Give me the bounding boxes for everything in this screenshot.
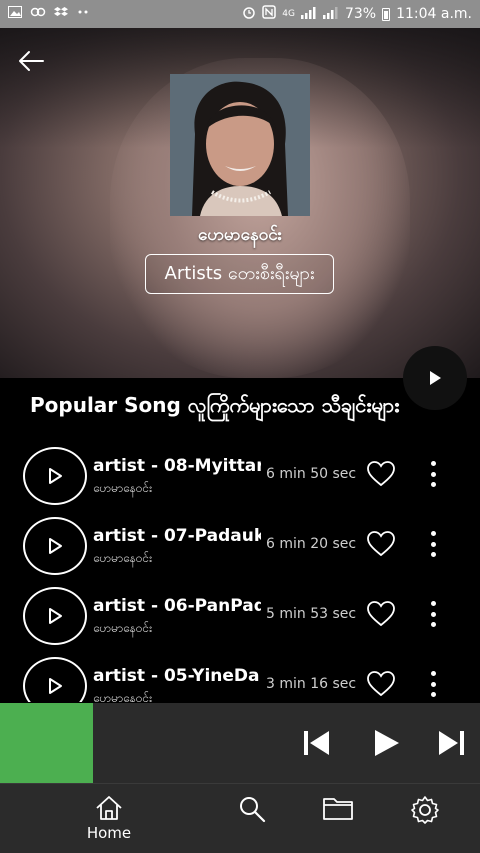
more-options-button[interactable] [424,458,442,490]
song-list[interactable]: artist - 08-Myittar... ဟေမာနေဝင်း 6 min … [0,440,480,702]
status-right-icons: 4G 73% 11:04 a.m. [242,5,472,23]
mini-player[interactable] [0,703,480,783]
folder-icon [323,798,353,820]
play-all-button[interactable] [403,346,467,410]
song-artist: ဟေမာနေဝင်း [93,621,153,635]
favorite-button[interactable] [366,530,396,558]
dot [430,681,436,687]
more-vert-icon [430,531,436,536]
now-playing-artwork[interactable] [0,703,93,783]
song-row[interactable]: artist - 07-Padauk... ဟေမာနေဝင်း 6 min 2… [0,512,480,582]
song-duration: 3 min 16 sec [266,676,357,692]
alarm-icon [242,5,256,23]
nfc-icon [262,5,276,23]
next-button[interactable] [434,725,470,761]
more-options-button[interactable] [424,598,442,630]
home-icon [96,796,122,820]
dot [430,471,436,477]
song-row[interactable]: artist - 06-PanPad... ဟေမာနေဝင်း 5 min 5… [0,582,480,652]
skip-previous-icon [304,731,329,755]
song-title: artist - 07-Padauk... [93,526,261,546]
song-play-button[interactable] [23,517,87,575]
status-left-icons [8,6,90,22]
status-bar: 4G 73% 11:04 a.m. [0,0,480,28]
clock: 11:04 a.m. [396,6,472,22]
song-duration: 6 min 50 sec [266,466,357,482]
song-duration: 5 min 53 sec [266,606,357,622]
back-button[interactable] [16,46,46,76]
more-vert-icon [430,601,436,606]
arrow-left-icon [19,51,44,71]
song-artist: ဟေမာနေဝင်း [93,551,153,565]
network-type: 4G [282,9,295,19]
dropbox-icon [54,6,68,22]
favorite-button[interactable] [366,460,396,488]
settings-gear-icon [411,796,439,824]
more-options-button[interactable] [424,528,442,560]
battery-percent: 73% [344,6,377,22]
song-title: artist - 05-YineDa... [93,666,261,686]
more-options-button[interactable] [424,668,442,700]
more-vert-icon [430,461,436,466]
gallery-icon [8,6,22,22]
play-outline-icon [49,678,62,694]
song-play-button[interactable] [23,447,87,505]
more-notifications-icon [76,6,90,22]
nav-home[interactable]: Home [79,794,139,848]
search-icon [240,797,266,823]
more-vert-icon [430,671,436,676]
play-outline-icon [49,538,62,554]
battery-icon [382,7,391,21]
dot [430,482,436,487]
signal-icon [300,6,317,23]
heart-icon [367,671,395,697]
dot [430,622,436,627]
section-title: Popular Song လူကြိုက်များသော သီချင်းများ [30,393,400,417]
song-play-button[interactable] [23,657,87,702]
heart-icon [367,461,395,487]
nav-home-label: Home [86,824,132,842]
artist-name: ဟေမာနေဝင်း [198,225,282,245]
bottom-navigation: Home [0,783,480,853]
favorite-button[interactable] [366,600,396,628]
play-icon [430,371,441,385]
song-artist: ဟေမာနေဝင်း [93,691,153,702]
song-row[interactable]: artist - 08-Myittar... ဟေမာနေဝင်း 6 min … [0,442,480,512]
dot [430,692,436,697]
song-title: artist - 06-PanPad... [93,596,261,616]
song-artist: ဟေမာနေဝင်း [93,481,153,495]
skip-next-icon [439,731,464,755]
song-duration: 6 min 20 sec [266,536,357,552]
play-button[interactable] [368,725,404,761]
dot [430,611,436,617]
play-outline-icon [49,608,62,624]
nav-search[interactable] [222,794,282,848]
artist-photo-icon [170,74,310,216]
dot [430,552,436,557]
song-title: artist - 08-Myittar... [93,456,261,476]
favorite-button[interactable] [366,670,396,698]
link-icon [30,6,46,22]
song-play-button[interactable] [23,587,87,645]
artist-portrait [170,74,310,216]
heart-icon [367,601,395,627]
play-outline-icon [49,468,62,484]
nav-folder[interactable] [308,794,368,848]
signal-icon-2 [322,6,339,23]
heart-icon [367,531,395,557]
song-row[interactable]: artist - 05-YineDa... ဟေမာနေဝင်း 3 min 1… [0,652,480,702]
previous-button[interactable] [298,725,334,761]
play-icon [375,730,399,756]
artists-button[interactable]: Artists တေးစီးရီးများ [145,254,334,294]
dot [430,541,436,547]
nav-settings[interactable] [395,794,455,848]
